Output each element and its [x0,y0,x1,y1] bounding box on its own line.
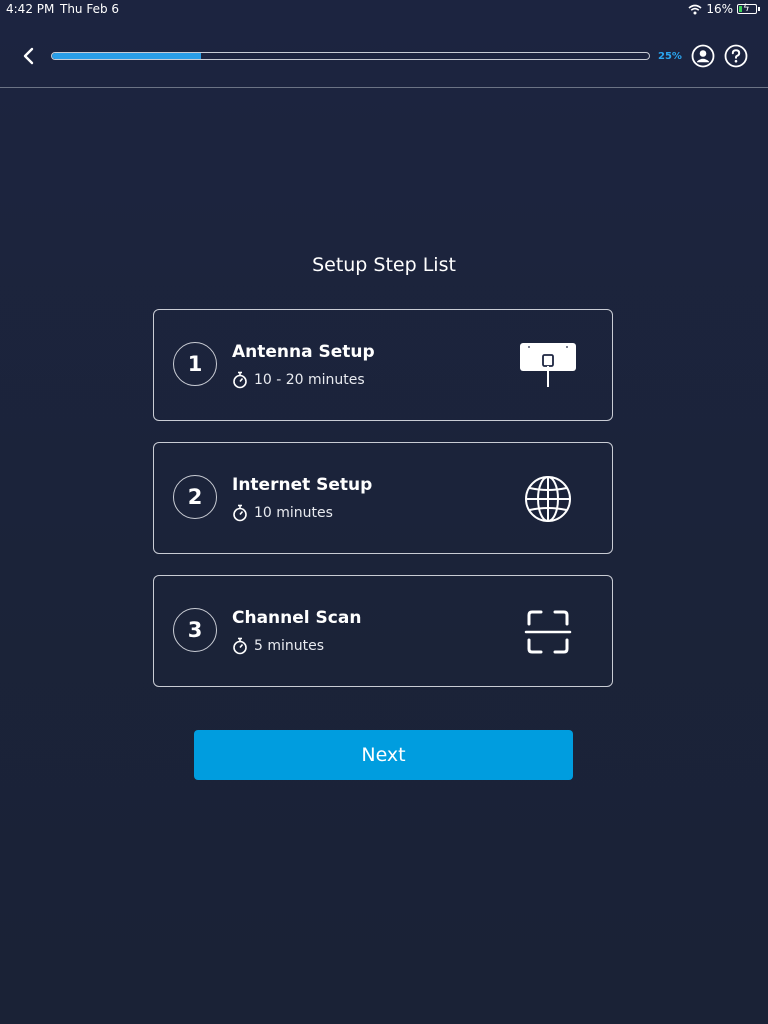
timer-icon [233,504,247,522]
page-title: Setup Step List [312,254,456,276]
step-number-badge: 1 [173,342,217,386]
step-card-internet-setup[interactable]: 2 Internet Setup 10 minutes [153,442,613,554]
top-nav: 25% [0,30,768,88]
battery-nub [758,7,760,11]
next-button[interactable]: Next [194,730,573,780]
step-duration-text: 10 minutes [254,505,333,521]
scan-frame-icon [524,610,572,654]
step-number-badge: 2 [173,475,217,519]
step-card-antenna-setup[interactable]: 1 Antenna Setup 10 - 20 minutes [153,309,613,421]
setup-progress-fill [52,53,202,59]
user-circle-icon[interactable] [691,44,715,68]
globe-icon [525,476,571,522]
step-number-badge: 3 [173,608,217,652]
wifi-icon [688,4,702,14]
step-duration: 10 - 20 minutes [232,371,365,389]
question-circle-icon[interactable] [724,44,748,68]
step-title: Antenna Setup [232,342,375,362]
timer-icon [233,637,247,655]
status-right: 16% ϟ [688,2,760,16]
timer-icon [233,371,247,389]
setup-progress-bar [51,52,650,60]
step-title: Channel Scan [232,608,362,628]
battery-percent: 16% [706,2,733,16]
step-duration-text: 10 - 20 minutes [254,372,365,388]
chevron-left-icon[interactable] [18,44,40,68]
step-card-channel-scan[interactable]: 3 Channel Scan 5 minutes [153,575,613,687]
status-date: Thu Feb 6 [60,2,120,16]
status-bar: 4:42 PM Thu Feb 6 16% ϟ [0,0,768,20]
status-time: 4:42 PM [6,2,55,16]
step-duration-text: 5 minutes [254,638,325,654]
battery-charging-icon: ϟ [737,3,757,14]
antenna-icon [520,343,576,387]
setup-step-list-screen: 4:42 PM Thu Feb 6 16% ϟ 25% Setup Step L… [0,0,768,1024]
step-duration: 10 minutes [232,504,333,522]
step-title: Internet Setup [232,475,373,495]
progress-percent: 25% [658,51,682,62]
step-duration: 5 minutes [232,637,324,655]
